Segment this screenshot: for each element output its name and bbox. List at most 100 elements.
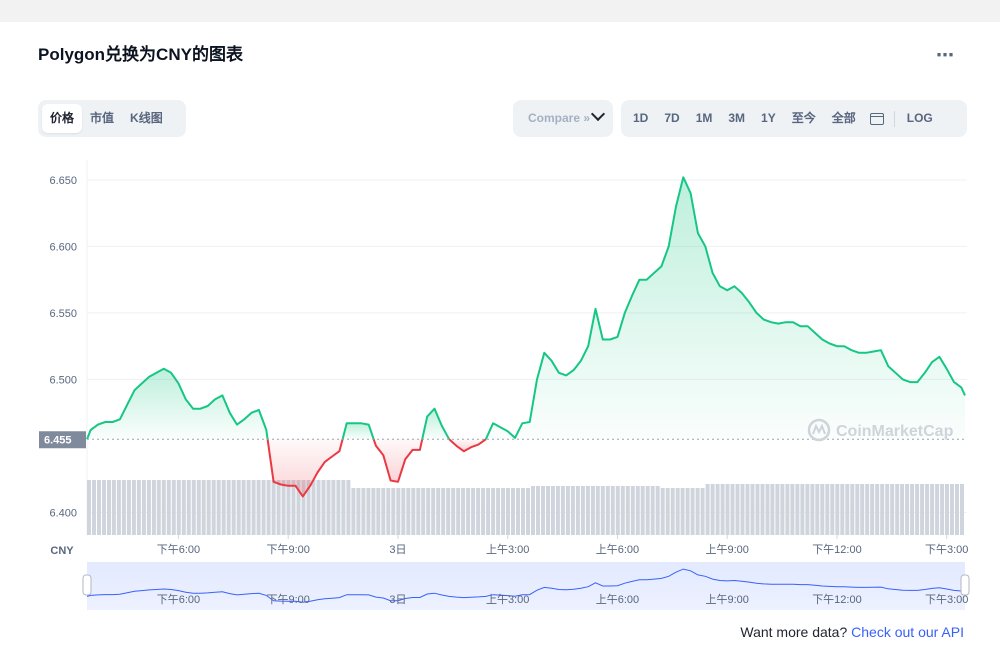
volume-bar: [815, 484, 820, 535]
volume-bar: [161, 480, 166, 535]
navigator-handle-right[interactable]: [960, 574, 970, 596]
price-chart[interactable]: 6.455 6.4006.5006.5506.6006.650 下午6:00 下午…: [0, 0, 1000, 650]
volume-bar: [461, 488, 466, 535]
volume-bar: [630, 486, 635, 535]
volume-bar: [900, 484, 905, 535]
volume-bar: [690, 488, 695, 535]
volume-bar: [650, 486, 655, 535]
volume-bar: [635, 486, 640, 535]
volume-bar: [940, 484, 945, 535]
volume-bar: [905, 484, 910, 535]
volume-bar: [810, 484, 815, 535]
volume-bar: [521, 488, 525, 535]
reference-price-tag: 6.455: [39, 431, 86, 449]
volume-bar: [456, 488, 461, 535]
volume-bar: [136, 480, 141, 535]
volume-bar: [376, 488, 381, 535]
volume-bar: [865, 484, 870, 535]
volume-bar: [680, 488, 685, 535]
volume-bar: [371, 488, 376, 535]
volume-bar: [151, 480, 156, 535]
navigator-tick-label: 上午3:00: [486, 593, 529, 606]
x-tick-label: 上午9:00: [705, 543, 748, 556]
volume-bar: [396, 488, 401, 535]
volume-bar: [97, 480, 101, 535]
volume-bar: [580, 486, 585, 535]
volume-bar: [705, 484, 710, 535]
volume-bar: [271, 480, 276, 535]
volume-bar: [765, 484, 770, 535]
volume-bar: [720, 484, 725, 535]
volume-bar: [875, 484, 880, 535]
volume-bar: [466, 488, 471, 535]
volume-bar: [421, 488, 426, 535]
volume-bar: [880, 484, 885, 535]
footer-text: Want more data?: [740, 624, 848, 640]
volume-bar: [446, 488, 451, 535]
volume-bar: [326, 480, 331, 535]
volume-bar: [830, 484, 835, 535]
volume-bar: [131, 480, 136, 535]
volume-bar: [550, 486, 555, 535]
volume-bar: [960, 484, 964, 535]
navigator-tick-label: 上午9:00: [705, 593, 748, 606]
volume-bar: [665, 488, 670, 535]
volume-bar: [511, 488, 515, 535]
volume-bar: [346, 480, 351, 535]
volume-bar: [92, 480, 96, 535]
volume-bar: [850, 484, 855, 535]
volume-bar: [670, 488, 675, 535]
volume-bar: [196, 480, 201, 535]
volume-bar: [640, 486, 645, 535]
x-tick-label: 上午6:00: [596, 543, 639, 556]
volume-bar: [111, 480, 116, 535]
volume-bar: [805, 484, 810, 535]
x-tick-label: 下午6:00: [157, 543, 200, 556]
volume-bar: [436, 488, 441, 535]
volume-bar: [241, 480, 246, 535]
volume-bar: [246, 480, 251, 535]
volume-bar: [141, 480, 146, 535]
volume-bar: [855, 484, 860, 535]
volume-bar: [341, 480, 346, 535]
volume-bar: [935, 484, 940, 535]
y-tick-label: 6.500: [49, 374, 77, 386]
volume-bar: [211, 480, 216, 535]
volume-bar: [700, 488, 705, 535]
volume-bars: [87, 480, 964, 535]
volume-bar: [575, 486, 580, 535]
volume-bar: [116, 480, 121, 535]
volume-bar: [560, 486, 565, 535]
volume-bar: [126, 480, 131, 535]
y-tick-label: 6.600: [49, 241, 77, 253]
volume-bar: [236, 480, 241, 535]
api-link[interactable]: Check out our API: [851, 624, 964, 640]
volume-bar: [615, 486, 620, 535]
volume-bar: [955, 484, 959, 535]
volume-bar: [590, 486, 595, 535]
range-navigator[interactable]: 下午6:00 下午9:00 3日 上午3:00 上午6:00 上午9:00 下午12:00 下…: [82, 562, 970, 610]
x-tick-label: 上午3:00: [486, 543, 529, 556]
volume-bar: [121, 480, 126, 535]
area-down: [373, 439, 423, 482]
volume-bar: [391, 488, 396, 535]
volume-bar: [915, 484, 920, 535]
volume-bar: [186, 480, 191, 535]
volume-bar: [695, 488, 700, 535]
volume-bar: [595, 486, 600, 535]
volume-bar: [600, 486, 605, 535]
volume-bar: [181, 480, 186, 535]
volume-bar: [775, 484, 780, 535]
volume-bar: [501, 488, 506, 535]
volume-bar: [565, 486, 570, 535]
volume-bar: [895, 484, 900, 535]
navigator-handle-left[interactable]: [82, 574, 92, 596]
volume-bar: [411, 488, 416, 535]
volume-bar: [166, 480, 171, 535]
volume-bar: [316, 480, 321, 535]
volume-bar: [216, 480, 221, 535]
volume-bar: [755, 484, 760, 535]
volume-bar: [206, 480, 211, 535]
volume-bar: [331, 480, 336, 535]
volume-bar: [625, 486, 630, 535]
